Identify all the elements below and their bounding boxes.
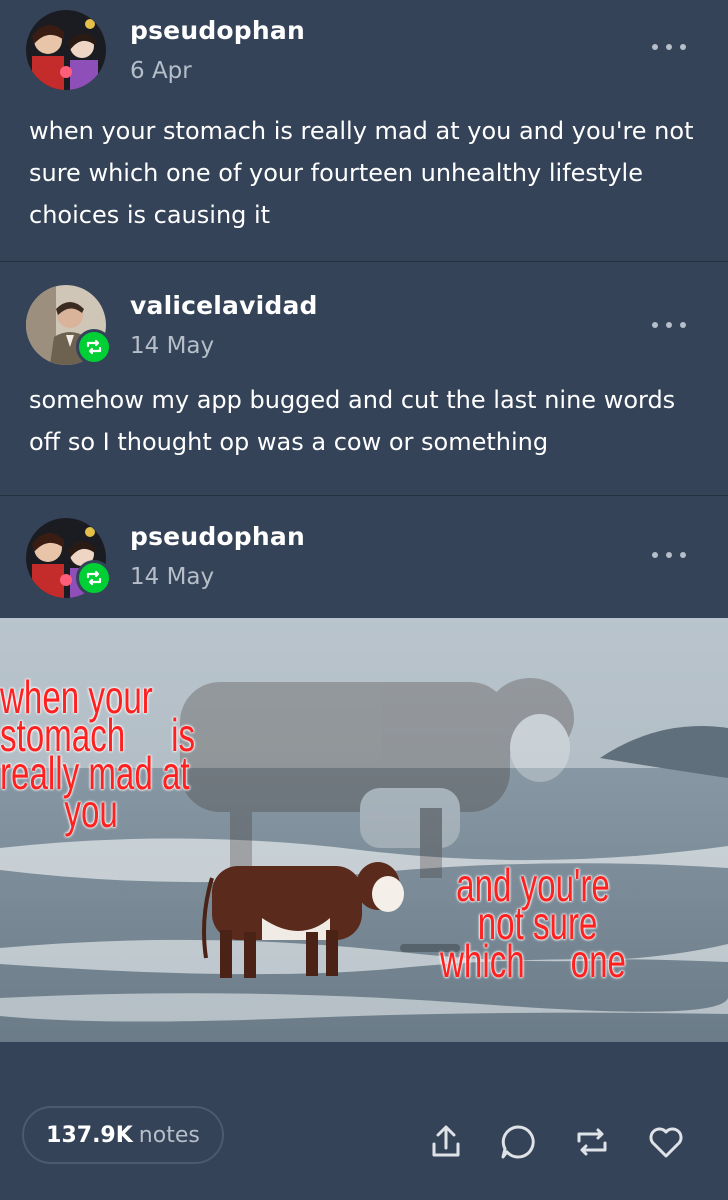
post-date[interactable]: 14 May <box>130 564 214 590</box>
reblog-badge-icon <box>76 329 112 365</box>
reblog-icon[interactable] <box>570 1120 614 1164</box>
notes-count: 137.9K <box>46 1122 133 1148</box>
notes-label: notes <box>138 1122 200 1148</box>
notes-button[interactable]: 137.9K notes <box>22 1106 224 1164</box>
share-icon[interactable] <box>424 1120 468 1164</box>
post-date[interactable]: 14 May <box>130 333 214 359</box>
post-text: when your stomach is really mad at you a… <box>29 117 694 229</box>
reply-icon[interactable] <box>496 1120 540 1164</box>
post-reblog: valicelavidad 14 May somehow my app bugg… <box>0 262 728 496</box>
more-options-icon[interactable] <box>652 42 686 52</box>
more-options-icon[interactable] <box>652 550 686 560</box>
more-options-icon[interactable] <box>652 320 686 330</box>
post-username[interactable]: pseudophan <box>130 522 305 551</box>
post-username[interactable]: pseudophan <box>130 16 305 45</box>
post-date[interactable]: 6 Apr <box>130 58 192 84</box>
meme-caption-right: and you're not sure which one <box>440 859 626 987</box>
meme-caption-left: when your stomach is really mad at you <box>0 671 196 837</box>
heart-icon[interactable] <box>644 1120 688 1164</box>
post-footer: 137.9K notes <box>0 1080 728 1200</box>
post-username[interactable]: valicelavidad <box>130 291 318 320</box>
post-text: somehow my app bugged and cut the last n… <box>29 386 676 456</box>
post-original: pseudophan 6 Apr when your stomach is re… <box>0 0 728 262</box>
meme-image[interactable]: when your stomach is really mad at you a… <box>0 618 728 1042</box>
avatar[interactable] <box>26 10 106 90</box>
reblog-badge-icon <box>76 560 112 596</box>
